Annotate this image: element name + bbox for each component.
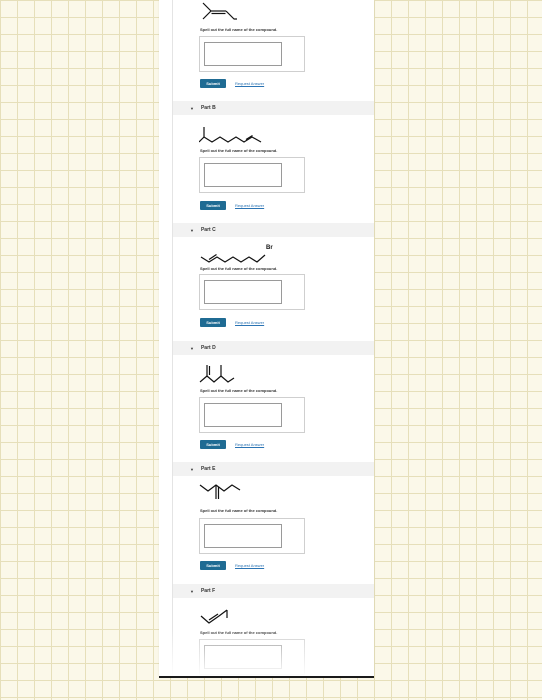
part-f-header[interactable]: ▼ Part F <box>173 584 374 598</box>
part-title: Part D <box>200 345 216 351</box>
part-e-header[interactable]: ▼ Part E <box>173 462 374 476</box>
request-answer-link[interactable]: Request Answer <box>235 203 264 208</box>
structure-part-e <box>199 482 279 506</box>
caret-down-icon: ▼ <box>190 227 194 233</box>
question-prompt: Spell out the full name of the compound. <box>200 388 278 393</box>
question-prompt: Spell out the full name of the compound. <box>200 266 278 271</box>
methylene-alkane-icon <box>199 484 241 499</box>
request-answer-link[interactable]: Request Answer <box>235 442 264 447</box>
caret-down-icon: ▼ <box>190 466 194 472</box>
answer-input[interactable] <box>204 403 282 427</box>
butene-icon <box>200 609 228 624</box>
part-b-header[interactable]: ▼ Part B <box>173 101 374 115</box>
answer-box <box>199 518 305 554</box>
answer-box <box>199 639 305 675</box>
answer-input[interactable] <box>204 280 282 304</box>
caret-down-icon: ▼ <box>190 588 194 594</box>
answer-input[interactable] <box>204 42 282 66</box>
structure-part-d <box>199 362 279 386</box>
answer-box <box>199 274 305 310</box>
answer-input[interactable] <box>204 163 282 187</box>
request-answer-link[interactable]: Request Answer <box>235 320 264 325</box>
structure-part-b <box>199 124 279 148</box>
part-title: Part E <box>200 466 216 472</box>
answer-box <box>199 36 305 72</box>
question-prompt: Spell out the full name of the compound. <box>200 630 278 635</box>
branched-alkene-icon <box>199 127 262 143</box>
trisubstituted-alkene-icon <box>202 2 237 20</box>
submit-button[interactable]: Submit <box>200 201 226 210</box>
question-prompt: Spell out the full name of the compound. <box>200 148 278 153</box>
assignment-page: Spell out the full name of the compound.… <box>159 0 374 677</box>
part-title: Part C <box>200 227 216 233</box>
question-prompt: Spell out the full name of the compound. <box>200 27 278 32</box>
bromine-label: Br <box>266 245 273 251</box>
submit-button[interactable]: Submit <box>200 79 226 88</box>
request-answer-link[interactable]: Request Answer <box>235 81 264 86</box>
question-prompt: Spell out the full name of the compound. <box>200 508 278 513</box>
page-bottom-line <box>159 676 374 678</box>
branched-diene-icon <box>199 365 235 383</box>
part-c-header[interactable]: ▼ Part C <box>173 223 374 237</box>
submit-button[interactable]: Submit <box>200 318 226 327</box>
answer-input[interactable] <box>204 645 282 669</box>
part-title: Part B <box>200 105 216 111</box>
part-d-header[interactable]: ▼ Part D <box>173 341 374 355</box>
answer-box <box>199 397 305 433</box>
caret-down-icon: ▼ <box>190 345 194 351</box>
submit-button[interactable]: Submit <box>200 440 226 449</box>
answer-input[interactable] <box>204 524 282 548</box>
structure-part-a <box>199 0 279 24</box>
caret-down-icon: ▼ <box>190 105 194 111</box>
request-answer-link[interactable]: Request Answer <box>235 563 264 568</box>
submit-button[interactable]: Submit <box>200 561 226 570</box>
structure-part-f <box>199 604 279 628</box>
part-title: Part F <box>200 588 216 594</box>
structure-part-c: Br <box>199 244 279 268</box>
answer-box <box>199 157 305 193</box>
